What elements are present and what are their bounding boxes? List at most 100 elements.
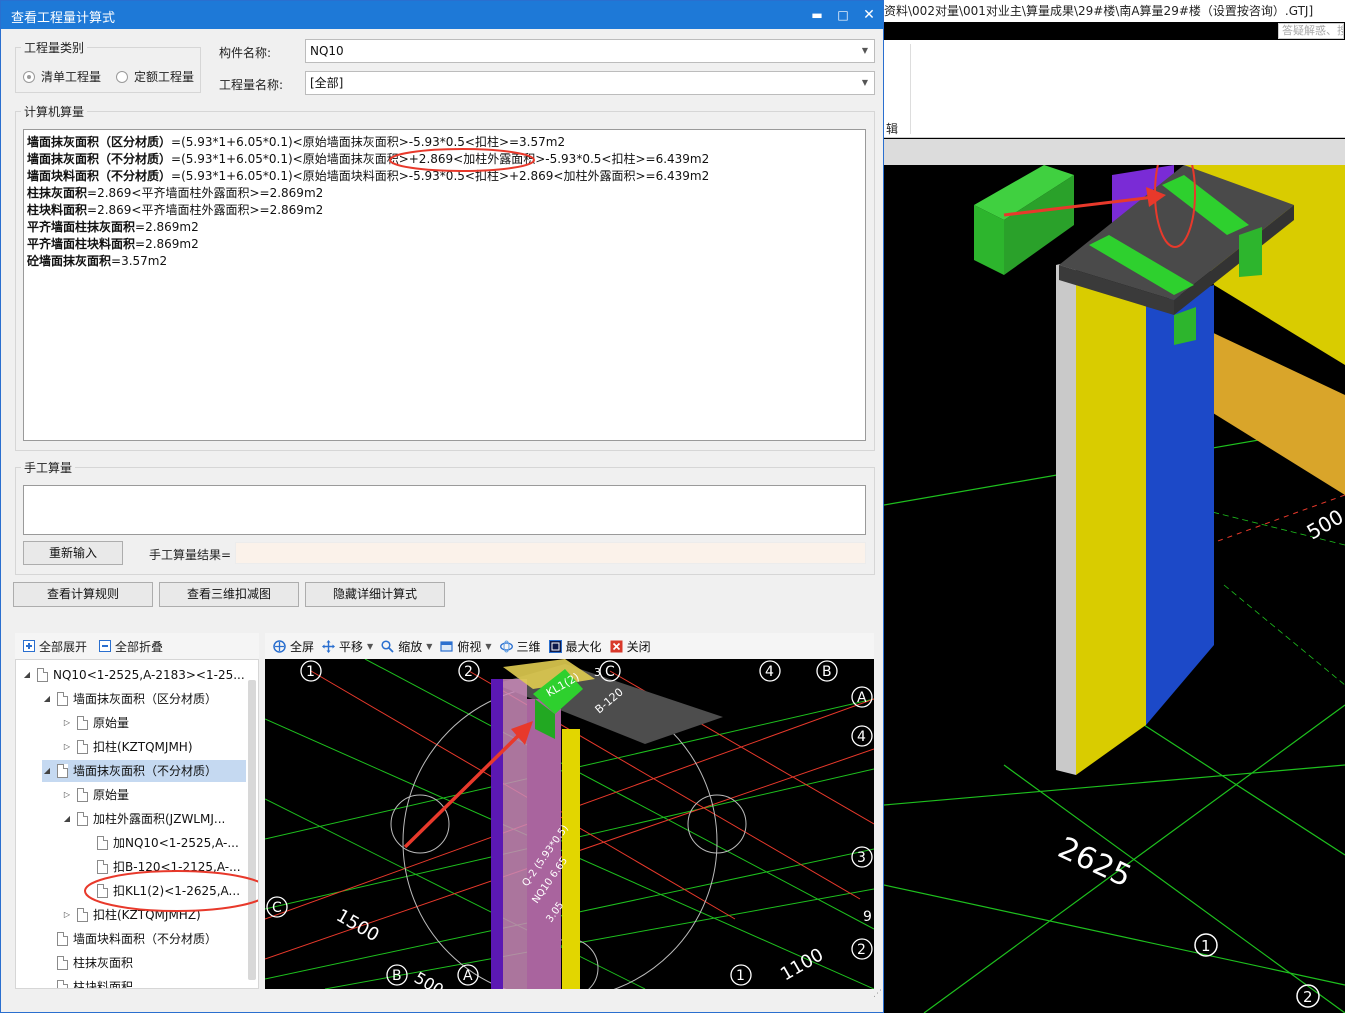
- quantity-name-label: 工程量名称:: [219, 78, 284, 92]
- expand-toggle-icon[interactable]: ▷: [62, 712, 72, 734]
- expand-toggle-icon[interactable]: ▷: [62, 904, 72, 926]
- tree-node[interactable]: ◢ 墙面抹灰面积（区分材质）: [42, 688, 217, 710]
- manual-result-field[interactable]: [235, 542, 866, 564]
- expand-toggle-icon[interactable]: ◢: [22, 664, 32, 686]
- dropdown-caret-icon[interactable]: ▼: [485, 642, 491, 651]
- pan-icon: [322, 639, 336, 653]
- document-icon: [37, 668, 48, 682]
- ribbon-divider: [910, 44, 911, 134]
- tree-node[interactable]: 加NQ10<1-2525,A-...: [82, 832, 239, 854]
- dropdown-caret-icon[interactable]: ▼: [426, 642, 432, 651]
- axis-label-4: 4: [857, 729, 866, 745]
- radio-bill-quantity[interactable]: 清单工程量: [23, 68, 101, 85]
- expand-all-icon: [23, 640, 35, 652]
- view-rules-button[interactable]: 查看计算规则: [13, 582, 153, 607]
- expand-toggle-icon[interactable]: ▷: [62, 784, 72, 806]
- reenter-button[interactable]: 重新输入: [23, 541, 123, 565]
- axis-label-2: 2: [464, 664, 473, 680]
- background-3d-viewport[interactable]: 500 2625 1 2: [884, 165, 1345, 1013]
- top-view-button[interactable]: 俯视 ▼: [440, 638, 492, 655]
- fullscreen-icon: [273, 639, 286, 653]
- tree-node-selected[interactable]: ◢ 墙面抹灰面积（不分材质）: [42, 760, 246, 782]
- maximize-icon: [548, 639, 562, 653]
- collapse-all-button[interactable]: 全部折叠: [99, 638, 163, 655]
- radio-checked-icon: [23, 70, 35, 83]
- radio-quota-quantity[interactable]: 定额工程量: [116, 68, 194, 85]
- minimize-button[interactable]: ▬: [807, 5, 827, 25]
- maximize-button[interactable]: □: [833, 5, 853, 25]
- dim-label-500: 500: [411, 968, 447, 989]
- grid-dash: [1223, 584, 1345, 686]
- manual-calc-label: 手工算量: [21, 459, 76, 476]
- background-3d-scene: 500 2625 1 2: [884, 165, 1345, 1013]
- axis-label-B: B: [392, 968, 402, 984]
- grid-line: [884, 764, 1345, 806]
- tree-node[interactable]: ▷ 原始量: [62, 784, 129, 806]
- background-ribbon: [884, 40, 1345, 138]
- expand-toggle-icon[interactable]: ◢: [42, 760, 52, 782]
- calc-line: 柱抹灰面积=2.869<平齐墙面柱外露面积>=2.869m2: [27, 186, 324, 200]
- document-icon: [57, 692, 68, 706]
- radio-quota-quantity-label: 定额工程量: [134, 70, 195, 84]
- expand-all-label: 全部展开: [39, 639, 88, 654]
- grid-line: [1003, 764, 1345, 1013]
- zoom-button[interactable]: 缩放 ▼: [381, 638, 432, 655]
- manual-calc-textarea[interactable]: [23, 485, 866, 535]
- expand-toggle-icon[interactable]: ▷: [62, 736, 72, 758]
- component-name-select[interactable]: NQ10 ▼: [305, 39, 875, 63]
- axis-label-C: C: [272, 900, 282, 916]
- axis-label-A: A: [857, 690, 867, 706]
- calc-line: 砼墙面抹灰面积=3.57m2: [27, 254, 168, 268]
- expand-toggle-icon[interactable]: ◢: [62, 808, 72, 830]
- tree-node[interactable]: 墙面块料面积（不分材质）: [42, 928, 217, 950]
- close-button[interactable]: ✕: [859, 5, 879, 25]
- dialog-titlebar[interactable]: 查看工程量计算式 ▬ □ ✕: [1, 1, 883, 29]
- tree-node[interactable]: ◢ NQ10<1-2525,A-2183><1-25...: [22, 664, 245, 686]
- background-subbar: [884, 139, 1345, 165]
- dim-label-9: 9: [863, 909, 872, 925]
- axis-label-3: 3: [857, 850, 866, 866]
- fullscreen-button[interactable]: 全屏: [273, 638, 314, 655]
- dim-label-2625: 2625: [1053, 831, 1137, 895]
- document-icon: [77, 812, 88, 826]
- expand-toggle-icon[interactable]: ◢: [42, 688, 52, 710]
- close-view-button[interactable]: 关闭: [610, 638, 651, 655]
- axis-label-B: B: [822, 664, 832, 680]
- quantity-tree: ◢ NQ10<1-2525,A-2183><1-25... ◢ 墙面抹灰面积（区分材…: [15, 659, 259, 989]
- quantity-type-label: 工程量类别: [21, 39, 88, 56]
- quantity-name-select[interactable]: [全部] ▼: [305, 71, 875, 95]
- green-stub-2: [1239, 227, 1262, 277]
- background-search-input[interactable]: 答疑解惑、搜: [1278, 23, 1344, 39]
- tree-node[interactable]: ▷ 扣柱(KZTQMJMH): [62, 736, 193, 758]
- dropdown-caret-icon[interactable]: ▼: [367, 642, 373, 651]
- document-icon: [57, 764, 68, 778]
- radio-bill-quantity-label: 清单工程量: [41, 70, 102, 84]
- calc-line: 柱块料面积=2.869<平齐墙面柱外露面积>=2.869m2: [27, 203, 324, 217]
- three-d-button[interactable]: 三维: [499, 638, 541, 655]
- formula-highlight-ellipse: [389, 148, 535, 172]
- resize-grip-icon[interactable]: ⋰: [873, 989, 882, 999]
- dim-label-500: 500: [1303, 504, 1345, 544]
- hide-detail-formula-button[interactable]: 隐藏详细计算式: [305, 582, 445, 607]
- quantity-formula-dialog: 查看工程量计算式 ▬ □ ✕ 工程量类别 清单工程量 定额工程量 构件名称: N…: [0, 0, 884, 1013]
- radio-unchecked-icon: [116, 70, 128, 83]
- maximize-view-button[interactable]: 最大化: [548, 638, 602, 655]
- tree-scrollbar[interactable]: [248, 680, 256, 980]
- tree-node[interactable]: 柱抹灰面积: [42, 952, 133, 974]
- pan-button[interactable]: 平移 ▼: [322, 638, 373, 655]
- ribbon-fragment-label: 辑: [886, 122, 899, 136]
- tree-node[interactable]: ▷ 原始量: [62, 712, 129, 734]
- chevron-down-icon: ▼: [861, 78, 868, 87]
- dim-label-1500: 1500: [333, 905, 383, 946]
- dialog-title: 查看工程量计算式: [11, 11, 116, 26]
- axis-label-1: 1: [306, 664, 315, 680]
- manual-result-label: 手工算量结果=: [149, 548, 232, 562]
- chevron-down-icon: ▼: [861, 46, 868, 55]
- tree-node[interactable]: ◢ 加柱外露面积(JZWLMJ...: [62, 808, 225, 830]
- collapse-all-label: 全部折叠: [115, 639, 164, 654]
- view-3d-deduction-button[interactable]: 查看三维扣减图: [159, 582, 299, 607]
- axis-label-A: A: [463, 968, 473, 984]
- tree-node[interactable]: 柱块料面积: [42, 976, 133, 988]
- 3d-deduction-viewer[interactable]: 1 2 C 4 B A 4 3 2 C B A 1 3 9 1500 1100 …: [265, 659, 874, 989]
- expand-all-button[interactable]: 全部展开: [23, 638, 87, 655]
